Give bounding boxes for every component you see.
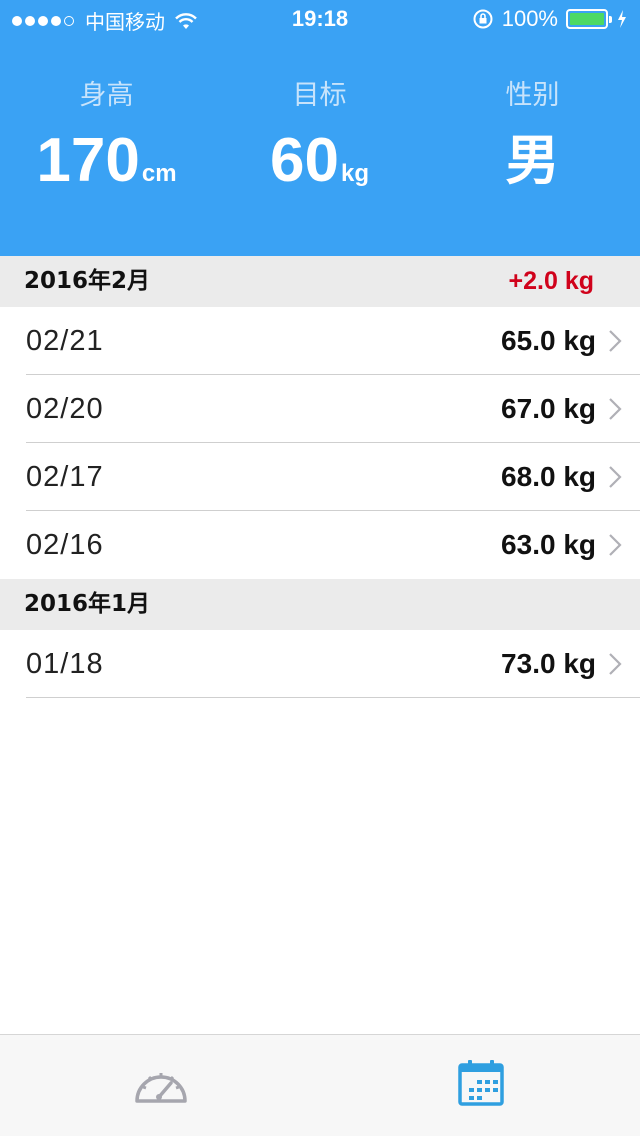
target-label: 目标 [292, 80, 347, 111]
target-stat: 目标 60kg [213, 78, 426, 196]
gender-label: 性别 [505, 80, 560, 111]
profile-header: 中国移动 19:18 100% 身高 170cm 目标 60kg 性别 男 [0, 0, 640, 256]
tab-history[interactable] [320, 1035, 640, 1136]
month-title: 2016年1月 [24, 591, 151, 617]
height-unit: cm [141, 160, 177, 187]
height-stat: 身高 170cm [0, 78, 213, 196]
chevron-right-icon [609, 466, 622, 488]
record-date: 02/20 [26, 393, 104, 425]
weight-record-row[interactable]: 02/17 68.0 kg [0, 443, 640, 511]
target-value: 60 [270, 126, 339, 195]
weight-record-row[interactable]: 02/21 65.0 kg [0, 307, 640, 375]
speedometer-icon [135, 1073, 187, 1103]
weight-record-row[interactable]: 02/20 67.0 kg [0, 375, 640, 443]
record-date: 02/17 [26, 461, 104, 493]
record-date: 02/16 [26, 529, 104, 561]
record-date: 01/18 [26, 648, 104, 680]
month-weight-change: +2.0 kg [508, 267, 594, 295]
record-date: 02/21 [26, 325, 104, 357]
chevron-right-icon [609, 534, 622, 556]
height-value: 170 [36, 126, 140, 195]
record-weight: 68.0 kg [501, 461, 596, 492]
orientation-lock-icon [473, 9, 493, 29]
target-unit: kg [340, 160, 369, 187]
month-section-header: 2016年1月 [0, 579, 640, 630]
weight-record-row[interactable]: 01/18 73.0 kg [0, 630, 640, 698]
chevron-right-icon [609, 653, 622, 675]
gender-stat: 性别 男 [426, 78, 639, 196]
chevron-right-icon [609, 398, 622, 420]
weight-record-row[interactable]: 02/16 63.0 kg [0, 511, 640, 579]
status-bar: 中国移动 19:18 100% [0, 0, 640, 40]
calendar-icon [458, 1060, 504, 1106]
record-weight: 67.0 kg [501, 393, 596, 424]
tab-bar [0, 1034, 640, 1136]
chevron-right-icon [609, 330, 622, 352]
month-section-header: 2016年2月 +2.0 kg [0, 256, 640, 307]
battery-percentage: 100% [501, 6, 558, 31]
record-weight: 63.0 kg [501, 529, 596, 560]
tab-dashboard[interactable] [0, 1035, 320, 1136]
record-weight: 73.0 kg [501, 648, 596, 679]
gender-value: 男 [505, 129, 560, 192]
record-weight: 65.0 kg [501, 325, 596, 356]
month-title: 2016年2月 [24, 268, 151, 294]
row-divider [26, 697, 640, 698]
battery-icon [566, 9, 612, 29]
charging-icon [618, 10, 626, 28]
height-label: 身高 [79, 80, 134, 111]
